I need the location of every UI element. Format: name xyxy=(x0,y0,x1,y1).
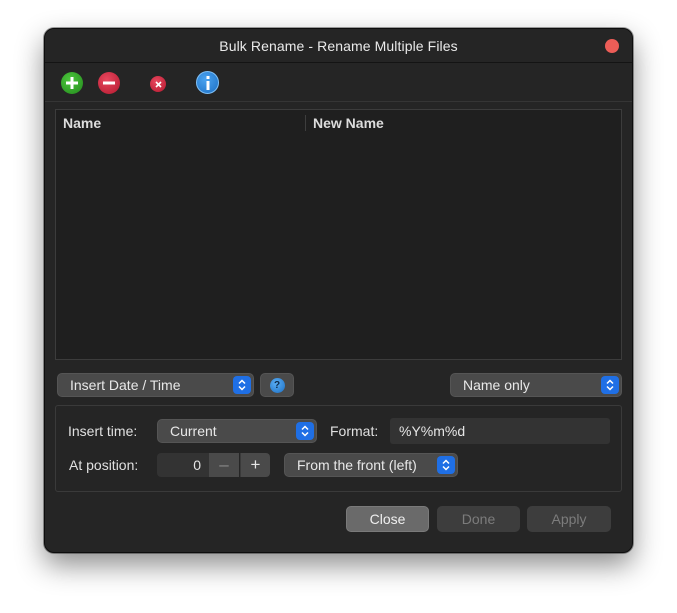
insert-time-label: Insert time: xyxy=(68,423,138,439)
chevron-updown-icon xyxy=(233,376,251,394)
add-files-icon[interactable] xyxy=(61,72,83,94)
help-button[interactable]: ? xyxy=(260,373,294,397)
position-decrement-button[interactable]: – xyxy=(209,453,239,477)
clear-list-icon[interactable] xyxy=(150,76,166,92)
file-list[interactable]: Name New Name xyxy=(55,109,622,360)
position-increment-button[interactable]: + xyxy=(240,453,270,477)
close-button[interactable]: Close xyxy=(346,506,429,532)
position-input[interactable]: 0 xyxy=(157,453,209,477)
apply-button[interactable]: Apply xyxy=(527,506,611,532)
rename-mode-value: Insert Date / Time xyxy=(70,377,181,393)
insert-time-select[interactable]: Current xyxy=(157,419,317,443)
position-label: At position: xyxy=(69,457,139,473)
info-icon[interactable] xyxy=(196,71,219,94)
chevron-updown-icon xyxy=(601,376,619,394)
insert-time-value: Current xyxy=(170,423,217,439)
toolbar xyxy=(45,64,632,102)
position-from-select[interactable]: From the front (left) xyxy=(284,453,458,477)
window-close-icon[interactable] xyxy=(605,39,619,53)
format-label: Format: xyxy=(330,423,379,439)
chevron-updown-icon xyxy=(296,422,314,440)
column-header-name[interactable]: Name xyxy=(56,115,306,131)
position-from-value: From the front (left) xyxy=(297,457,417,473)
done-button[interactable]: Done xyxy=(437,506,520,532)
rename-mode-select[interactable]: Insert Date / Time xyxy=(57,373,254,397)
window-title: Bulk Rename - Rename Multiple Files xyxy=(219,37,458,54)
chevron-updown-icon xyxy=(437,456,455,474)
rename-scope-value: Name only xyxy=(463,377,530,393)
title-bar: Bulk Rename - Rename Multiple Files xyxy=(45,29,632,63)
rename-scope-select[interactable]: Name only xyxy=(450,373,622,397)
list-header: Name New Name xyxy=(56,110,621,136)
bulk-rename-window: Bulk Rename - Rename Multiple Files Name… xyxy=(44,28,633,553)
date-time-options: Insert time: Current Format: %Y%m%d At p… xyxy=(55,405,622,492)
format-input[interactable]: %Y%m%d xyxy=(390,418,610,444)
column-header-new-name[interactable]: New Name xyxy=(306,115,384,131)
remove-files-icon[interactable] xyxy=(98,72,120,94)
help-icon: ? xyxy=(269,377,285,393)
